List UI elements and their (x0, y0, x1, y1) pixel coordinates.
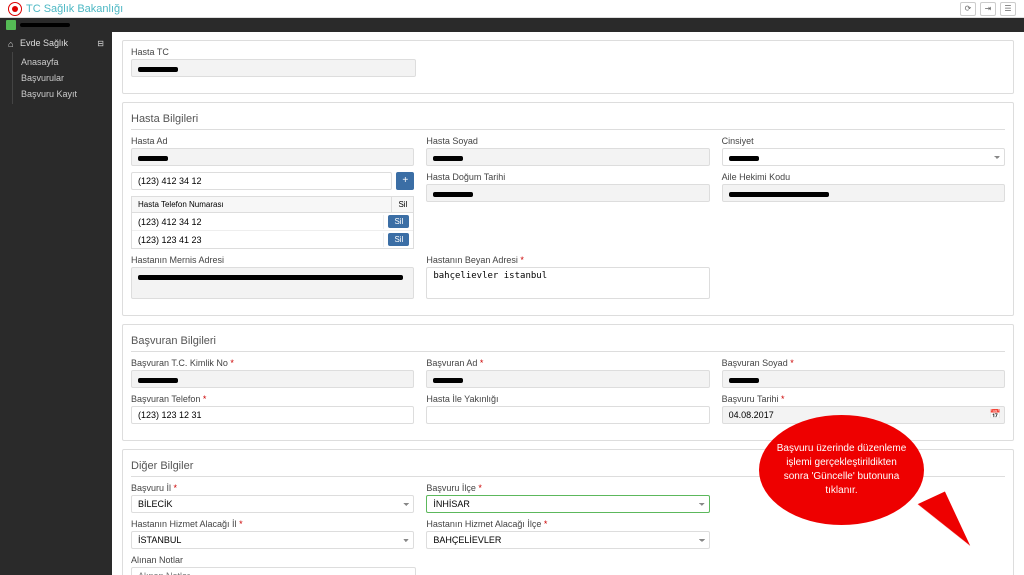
app-header: TC Sağlık Bakanlığı ⟳ ⇥ ☰ (0, 0, 1024, 18)
phone-table: Hasta Telefon Numarası Sil (123) 412 34 … (131, 196, 414, 249)
basvuran-soyad-label: Başvuran Soyad (722, 358, 788, 368)
username-redacted (20, 23, 70, 27)
basvuru-il-select[interactable]: BİLECİK (131, 495, 414, 513)
hasta-tc-label: Hasta TC (131, 47, 416, 57)
refresh-icon[interactable]: ⟳ (960, 2, 976, 16)
basvuran-tc-input[interactable] (131, 370, 414, 388)
phone-input[interactable] (131, 172, 392, 190)
phone-th-number: Hasta Telefon Numarası (132, 197, 392, 212)
sidebar-item-anasayfa[interactable]: Anasayfa (13, 54, 112, 70)
basvuran-soyad-input[interactable] (722, 370, 1005, 388)
yakinlik-label: Hasta İle Yakınlığı (426, 394, 709, 404)
hasta-tc-panel: Hasta TC (122, 40, 1014, 94)
module-title: Evde Sağlık (20, 38, 68, 48)
basvuran-tel-input[interactable] (131, 406, 414, 424)
hizmet-ilce-label: Hastanın Hizmet Alacağı İlçe (426, 519, 541, 529)
notlar-input[interactable] (131, 567, 416, 575)
notlar-label: Alınan Notlar (131, 555, 416, 565)
basvuran-ad-label: Başvuran Ad (426, 358, 477, 368)
hasta-tc-input[interactable] (131, 59, 416, 77)
sidebar: ⌂ Evde Sağlık ⊟ Anasayfa Başvurular Başv… (0, 32, 112, 575)
dogum-label: Hasta Doğum Tarihi (426, 172, 709, 182)
menu-icon[interactable]: ☰ (1000, 2, 1016, 16)
mernis-textarea[interactable] (131, 267, 414, 299)
hasta-ad-label: Hasta Ad (131, 136, 414, 146)
user-bar (0, 18, 1024, 32)
brand-text: TC Sağlık Bakanlığı (26, 3, 123, 15)
sidebar-item-basvuru-kayit[interactable]: Başvuru Kayıt (13, 86, 112, 102)
ministry-logo (8, 2, 22, 16)
table-row: (123) 123 41 23 Sil (132, 231, 413, 248)
home-icon: ⌂ (8, 39, 16, 47)
yakinlik-input[interactable] (426, 406, 709, 424)
hasta-soyad-input[interactable] (426, 148, 709, 166)
basvuru-ilce-label: Başvuru İlçe (426, 483, 476, 493)
dogum-input[interactable] (426, 184, 709, 202)
cinsiyet-label: Cinsiyet (722, 136, 1005, 146)
table-row: (123) 412 34 12 Sil (132, 213, 413, 231)
delete-phone-button[interactable]: Sil (388, 233, 409, 246)
hasta-soyad-label: Hasta Soyad (426, 136, 709, 146)
calendar-icon[interactable]: 📅 (990, 409, 1001, 420)
basvuru-ilce-select[interactable]: İNHİSAR (426, 495, 709, 513)
hizmet-ilce-select[interactable]: BAHÇELİEVLER (426, 531, 709, 549)
phone-cell: (123) 123 41 23 (132, 233, 384, 247)
hasta-ad-input[interactable] (131, 148, 414, 166)
aile-label: Aile Hekimi Kodu (722, 172, 1005, 182)
basvuran-ad-input[interactable] (426, 370, 709, 388)
basvuru-tarih-label: Başvuru Tarihi (722, 394, 779, 404)
instruction-callout: Başvuru üzerinde düzenleme işlemi gerçek… (759, 415, 924, 525)
avatar (6, 20, 16, 30)
logout-icon[interactable]: ⇥ (980, 2, 996, 16)
basvuru-il-label: Başvuru İl (131, 483, 171, 493)
aile-input[interactable] (722, 184, 1005, 202)
basvuran-tel-label: Başvuran Telefon (131, 394, 200, 404)
hasta-bilgileri-panel: Hasta Bilgileri Hasta Ad Hasta Soyad Cin… (122, 102, 1014, 316)
delete-phone-button[interactable]: Sil (388, 215, 409, 228)
phone-th-del: Sil (392, 197, 413, 212)
basvuran-tc-label: Başvuran T.C. Kimlik No (131, 358, 228, 368)
hasta-bilgileri-title: Hasta Bilgileri (131, 113, 1005, 130)
hizmet-il-label: Hastanın Hizmet Alacağı İl (131, 519, 237, 529)
cinsiyet-select[interactable] (722, 148, 1005, 166)
basvuran-title: Başvuran Bilgileri (131, 335, 1005, 352)
add-phone-button[interactable]: + (396, 172, 414, 190)
hizmet-il-select[interactable]: İSTANBUL (131, 531, 414, 549)
sidebar-item-basvurular[interactable]: Başvurular (13, 70, 112, 86)
mernis-label: Hastanın Mernis Adresi (131, 255, 414, 265)
beyan-textarea[interactable]: bahçelievler istanbul (426, 267, 709, 299)
phone-cell: (123) 412 34 12 (132, 215, 384, 229)
beyan-label: Hastanın Beyan Adresi (426, 255, 518, 265)
collapse-icon[interactable]: ⊟ (97, 39, 104, 48)
